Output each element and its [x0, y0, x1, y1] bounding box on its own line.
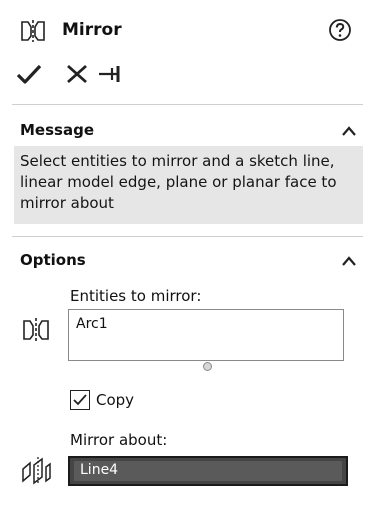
help-icon[interactable] [328, 18, 352, 42]
entities-list-item[interactable]: Arc1 [76, 316, 108, 332]
list-resize-handle[interactable] [203, 362, 212, 371]
copy-checkbox[interactable] [70, 390, 90, 410]
entities-to-mirror-label: Entities to mirror: [70, 287, 202, 305]
entities-to-mirror-list[interactable] [68, 309, 344, 361]
options-section-title: Options [20, 251, 86, 269]
mirror-entities-icon [23, 318, 49, 342]
pushpin-button[interactable] [96, 61, 128, 87]
header-separator [12, 104, 363, 105]
message-text: Select entities to mirror and a sketch l… [20, 152, 337, 212]
copy-label[interactable]: Copy [96, 391, 134, 409]
message-separator [12, 236, 363, 237]
collapse-chevron-up-icon[interactable] [340, 254, 358, 268]
message-section-title: Message [20, 121, 94, 139]
checkmark-icon [16, 64, 42, 84]
mirror-about-plane-icon [22, 457, 51, 485]
checkmark-icon [73, 394, 87, 406]
close-x-icon [67, 64, 87, 84]
cancel-button[interactable] [64, 62, 90, 86]
mirror-about-label: Mirror about: [70, 431, 168, 449]
pushpin-icon [99, 66, 120, 82]
mirror-about-value[interactable]: Line4 [80, 462, 118, 478]
ok-button[interactable] [16, 62, 42, 86]
collapse-chevron-up-icon[interactable] [340, 124, 358, 138]
mirror-entities-icon [21, 20, 45, 42]
panel-title: Mirror [62, 20, 122, 40]
